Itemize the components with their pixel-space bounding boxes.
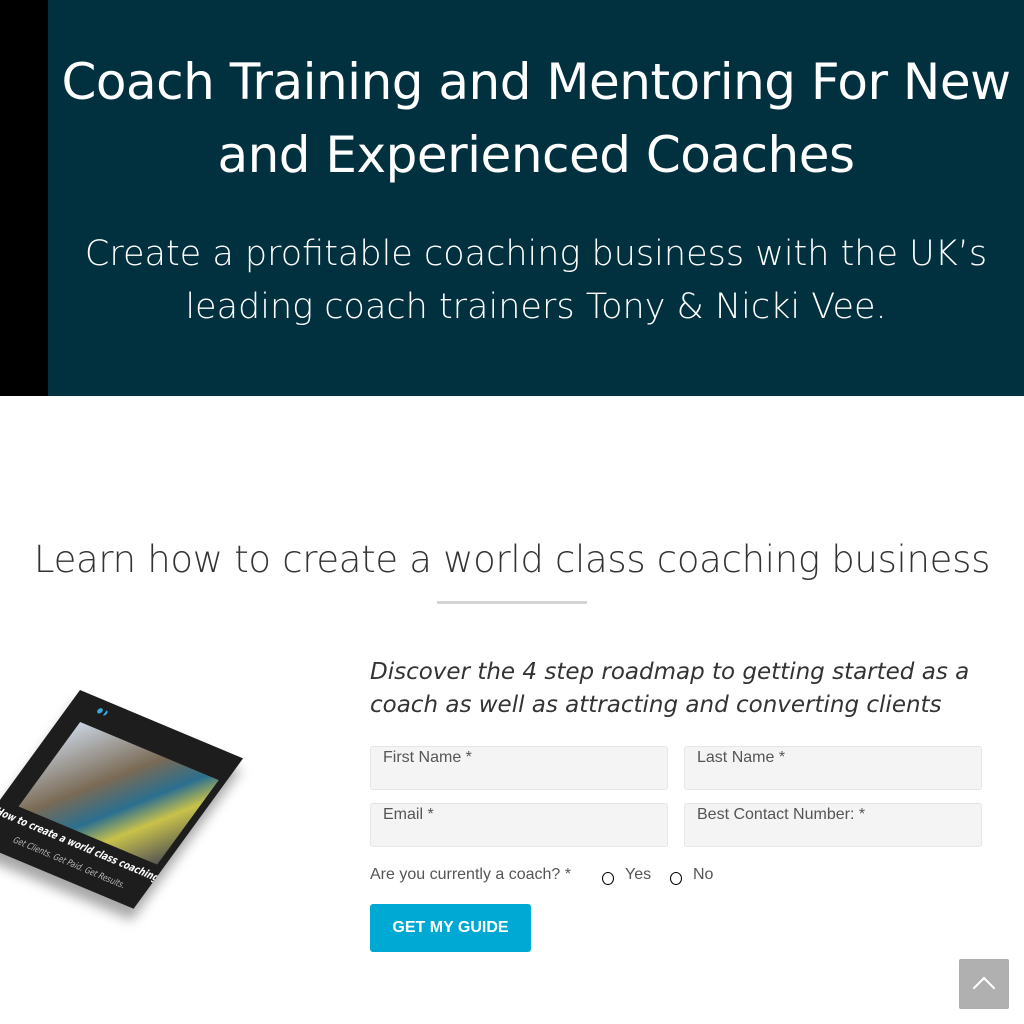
- radio-no-label[interactable]: No: [693, 866, 713, 884]
- phone-input[interactable]: Best Contact Number: *: [684, 803, 982, 847]
- form-intro: Discover the 4 step roadmap to getting s…: [370, 659, 970, 718]
- get-my-guide-button[interactable]: GET MY GUIDE: [370, 904, 531, 952]
- email-input[interactable]: Email *: [370, 803, 668, 847]
- chevron-up-icon: [972, 976, 996, 1000]
- radio-no[interactable]: [670, 872, 682, 885]
- hero-subtitle: Create a profitable coaching business wi…: [84, 234, 988, 327]
- booklet-logo: ● ◗: [94, 705, 111, 718]
- back-to-top-button[interactable]: [959, 959, 1009, 1009]
- hero-banner: Coach Training and Mentoring For New and…: [0, 0, 1024, 396]
- coach-question-label: Are you currently a coach? *: [370, 866, 571, 883]
- first-name-input[interactable]: First Name *: [370, 746, 668, 790]
- hero-side-bar: [0, 0, 48, 396]
- section-title: Learn how to create a world class coachi…: [33, 538, 991, 581]
- title-divider: [437, 601, 587, 604]
- hero-title: Coach Training and Mentoring For New and…: [61, 53, 1012, 184]
- booklet-photo: [18, 721, 219, 865]
- last-name-input[interactable]: Last Name *: [684, 746, 982, 790]
- radio-yes-label[interactable]: Yes: [625, 866, 651, 884]
- guide-booklet-image: ● ◗ How to create a world class coaching…: [0, 680, 330, 909]
- booklet-cover: ● ◗ How to create a world class coaching…: [0, 690, 244, 909]
- radio-yes[interactable]: [602, 872, 614, 885]
